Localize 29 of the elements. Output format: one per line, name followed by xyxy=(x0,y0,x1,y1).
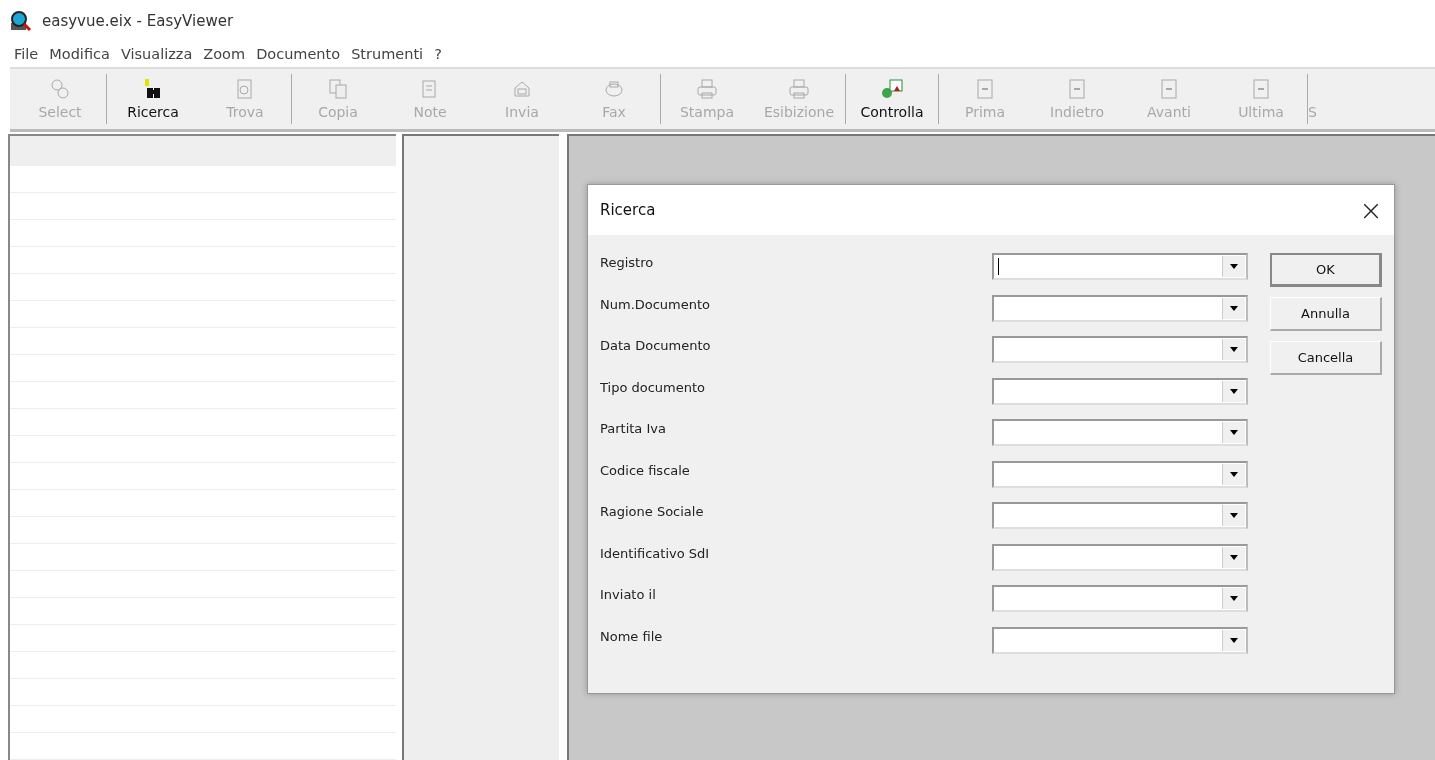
menu-item[interactable]: Zoom xyxy=(203,46,246,63)
menu-item[interactable]: File xyxy=(14,46,39,63)
field-label: Data Documento xyxy=(600,337,711,353)
dialog-title: Ricerca xyxy=(600,201,656,219)
check-icon xyxy=(881,78,903,101)
field-label: Inviato il xyxy=(600,586,656,602)
menu-item[interactable]: Strumenti xyxy=(351,46,424,63)
menu-item[interactable]: Documento xyxy=(256,46,341,63)
field-label: Num.Documento xyxy=(600,295,711,312)
dialog-button[interactable]: Cancella xyxy=(1270,341,1382,375)
toolbar-button[interactable]: Ricerca xyxy=(107,70,199,129)
field-label: Ragione Sociale xyxy=(600,503,704,519)
field-label: Nome file xyxy=(600,627,663,644)
toolbar-button[interactable]: Controlla xyxy=(846,70,938,129)
field-label: Registro xyxy=(600,254,654,270)
menu-item[interactable]: Modifica xyxy=(49,46,110,63)
field-label: Identificativo SdI xyxy=(600,544,710,561)
field-label: Codice fiscale xyxy=(600,461,690,478)
dialog-button[interactable]: OK xyxy=(1270,253,1382,287)
print-icon xyxy=(696,78,718,101)
field-label: Partita Iva xyxy=(600,420,666,436)
close-button[interactable]: × xyxy=(1348,187,1394,233)
copy-icon xyxy=(327,78,349,101)
dialog-button[interactable]: Annulla xyxy=(1270,297,1382,331)
menu-item[interactable]: ? xyxy=(434,46,442,63)
field-label: Tipo documento xyxy=(600,378,706,395)
menu-item[interactable]: Visualizza xyxy=(120,46,193,63)
window-title: easyvue.eix - EasyViewer xyxy=(42,11,234,30)
magnifier-icon xyxy=(10,10,32,31)
